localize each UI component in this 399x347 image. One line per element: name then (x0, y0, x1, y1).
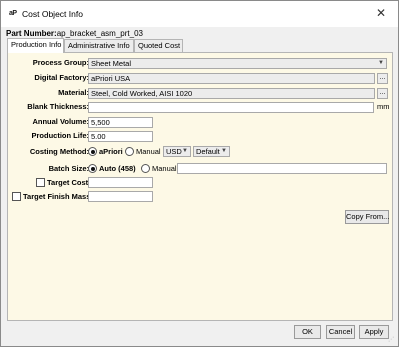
target-cost-checkbox[interactable] (36, 178, 45, 187)
tab-quoted-cost[interactable]: Quoted Cost (134, 39, 183, 52)
batch-size-manual-input[interactable] (177, 163, 387, 174)
digital-factory-field: aPriori USA (88, 73, 375, 84)
process-group-select[interactable]: Sheet Metal ▼ (88, 58, 387, 69)
copy-from-button[interactable]: Copy From... (345, 210, 389, 224)
process-group-label: Process Group: (32, 58, 89, 67)
currency-select[interactable]: USD ▼ (163, 146, 191, 157)
production-life-input[interactable]: 5.00 (88, 131, 153, 142)
target-cost-label: Target Cost (47, 178, 89, 187)
target-cost-input[interactable] (88, 177, 153, 188)
costing-method-apriori-radio[interactable] (88, 147, 97, 156)
chevron-down-icon: ▼ (378, 60, 384, 66)
chevron-down-icon: ▼ (182, 148, 188, 154)
batch-size-label: Batch Size: (48, 164, 89, 173)
tab-production-info[interactable]: Production Info (7, 38, 64, 53)
title-bar: aP Cost Object Info ✕ (1, 1, 398, 27)
cancel-button[interactable]: Cancel (326, 325, 355, 339)
window-title: Cost Object Info (22, 9, 83, 19)
target-finish-mass-input[interactable] (88, 191, 153, 202)
material-browse-button[interactable]: ... (377, 88, 388, 99)
production-life-label: Production Life: (31, 131, 90, 140)
cost-object-info-dialog: aP Cost Object Info ✕ Part Number:ap_bra… (0, 0, 399, 347)
batch-size-auto-radio[interactable] (88, 164, 97, 173)
part-number-value: ap_bracket_asm_prt_03 (56, 29, 143, 38)
target-finish-mass-label: Target Finish Mass (23, 192, 91, 201)
ok-button[interactable]: OK (294, 325, 321, 339)
process-group-value: Sheet Metal (91, 59, 132, 68)
material-field: Steel, Cold Worked, AISI 1020 (88, 88, 375, 99)
annual-volume-input[interactable]: 5,500 (88, 117, 153, 128)
batch-size-manual-label: Manual (152, 164, 177, 173)
digital-factory-label: Digital Factory: (34, 73, 89, 82)
blank-thickness-unit: mm (377, 102, 390, 111)
app-logo-icon: aP (9, 10, 17, 17)
digital-factory-browse-button[interactable]: ... (377, 73, 388, 84)
costing-method-label: Costing Method: (29, 147, 89, 156)
batch-size-manual-radio[interactable] (141, 164, 150, 173)
costing-method-manual-radio[interactable] (125, 147, 134, 156)
target-finish-mass-checkbox[interactable] (12, 192, 21, 201)
costing-mode-select[interactable]: Default ▼ (193, 146, 230, 157)
apply-button[interactable]: Apply (359, 325, 389, 339)
blank-thickness-label: Blank Thickness: (27, 102, 89, 111)
costing-mode-value: Default (196, 147, 220, 156)
batch-size-auto-label: Auto (458) (99, 164, 136, 173)
part-number-label: Part Number: (6, 29, 57, 38)
currency-value: USD (166, 147, 182, 156)
material-label: Material: (58, 88, 89, 97)
annual-volume-label: Annual Volume: (32, 117, 89, 126)
production-info-panel: Process Group: Sheet Metal ▼ Digital Fac… (7, 52, 393, 321)
tab-administrative-info[interactable]: Administrative Info (64, 39, 134, 52)
resize-grip-icon[interactable]: ⋰ (388, 336, 396, 344)
blank-thickness-input[interactable] (88, 102, 374, 113)
costing-method-manual-label: Manual (136, 147, 161, 156)
close-icon[interactable]: ✕ (373, 5, 389, 21)
chevron-down-icon: ▼ (221, 148, 227, 154)
costing-method-apriori-label: aPriori (99, 147, 123, 156)
